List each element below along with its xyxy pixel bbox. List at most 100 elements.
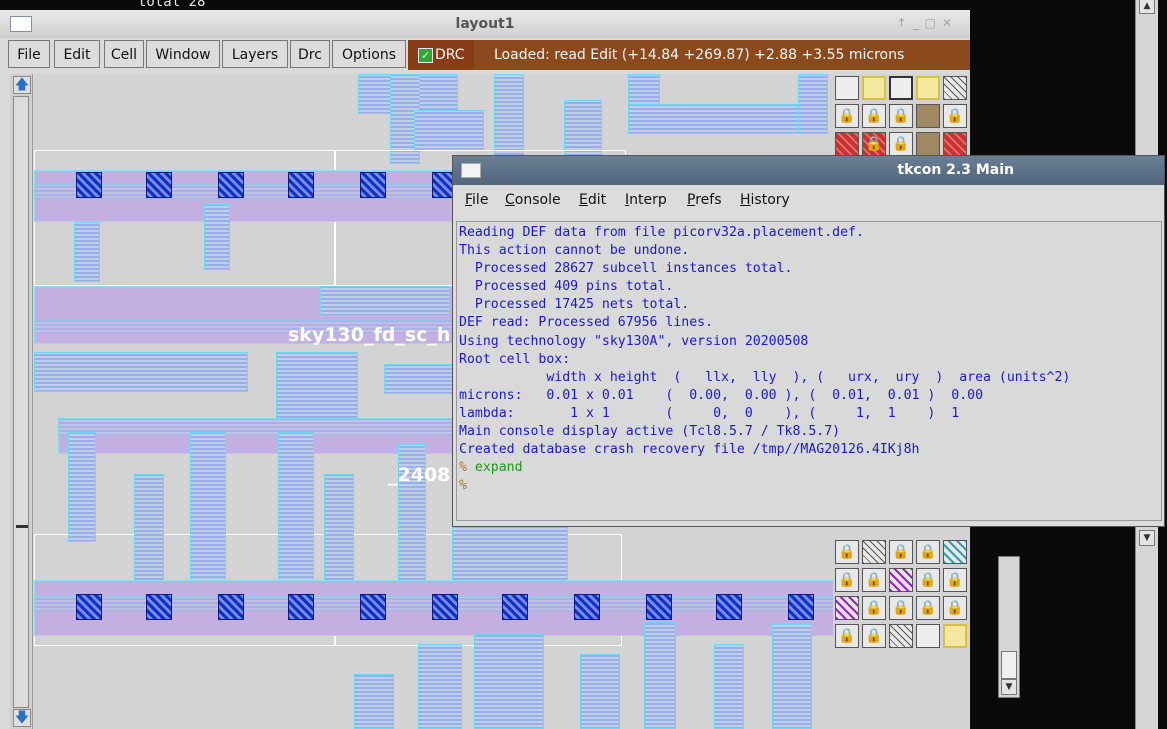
console-command-line: % expand — [459, 459, 1161, 477]
lock-icon[interactable]: 🔒 — [943, 596, 967, 620]
layer-swatch[interactable] — [889, 76, 913, 100]
via — [574, 594, 600, 620]
layer-swatch[interactable] — [916, 104, 940, 128]
lock-icon[interactable]: 🔒 — [862, 624, 886, 648]
menu-options[interactable]: Options — [332, 40, 406, 68]
terminal-scrollbar-lower[interactable]: ▼ — [998, 556, 1020, 698]
lock-icon[interactable]: 🔒 — [862, 132, 886, 156]
console-line: Root cell box: — [459, 351, 571, 367]
metal-shape — [798, 74, 828, 134]
drc-toggle[interactable]: ✓ DRC — [408, 40, 474, 70]
lock-icon[interactable]: 🔒 — [916, 596, 940, 620]
metal-shape — [190, 432, 226, 582]
lock-icon[interactable]: 🔒 — [889, 132, 913, 156]
window-controls-icon[interactable]: ↑_□✕ — [897, 16, 958, 30]
console-line: Reading DEF data from file picorv32a.pla… — [459, 225, 864, 240]
lock-icon[interactable]: 🔒 — [916, 540, 940, 564]
layout-vertical-scrollbar[interactable]: 🡅 🡇 — [10, 74, 33, 729]
tk-menu-prefs[interactable]: Prefs — [687, 192, 722, 208]
layer-swatch[interactable] — [916, 76, 940, 100]
layer-swatch[interactable] — [916, 132, 940, 156]
layer-swatch[interactable] — [835, 132, 859, 156]
metal-shape — [414, 110, 484, 150]
menu-window[interactable]: Window — [146, 40, 220, 68]
via — [76, 172, 102, 198]
metal-shape — [74, 222, 100, 282]
layer-swatch[interactable] — [835, 596, 859, 620]
tkcon-menubar: File Console Edit Interp Prefs History — [453, 185, 1164, 217]
scroll-up-arrow-icon[interactable]: ▲ — [1139, 0, 1155, 14]
lock-icon[interactable]: 🔒 — [943, 568, 967, 592]
menu-cell[interactable]: Cell — [104, 40, 144, 68]
tk-menu-file[interactable]: File — [465, 192, 488, 208]
menu-drc[interactable]: Drc — [290, 40, 330, 68]
layer-swatch[interactable] — [889, 624, 913, 648]
lock-icon[interactable]: 🔒 — [889, 540, 913, 564]
layer-swatch[interactable] — [943, 76, 967, 100]
metal-shape — [772, 624, 812, 729]
layer-swatch[interactable] — [943, 624, 967, 648]
status-message: Loaded: read Edit (+14.84 +269.87) +2.88… — [494, 47, 905, 63]
tkcon-titlebar[interactable]: tkcon 2.3 Main — [453, 156, 1164, 185]
layer-swatch[interactable] — [889, 568, 913, 592]
layout-titlebar[interactable]: layout1 ↑_□✕ — [0, 10, 970, 39]
menu-layers[interactable]: Layers — [222, 40, 288, 68]
lock-icon[interactable]: 🔒 — [862, 568, 886, 592]
lock-icon[interactable]: 🔒 — [835, 568, 859, 592]
via — [502, 594, 528, 620]
scroll-track[interactable] — [13, 96, 29, 708]
metal-shape — [714, 644, 744, 729]
layer-swatch[interactable] — [862, 540, 886, 564]
scroll-down-arrow-icon[interactable]: ▼ — [1139, 530, 1155, 546]
lock-icon[interactable]: 🔒 — [835, 540, 859, 564]
lock-icon[interactable]: 🔒 — [889, 596, 913, 620]
lock-icon[interactable]: 🔒 — [862, 596, 886, 620]
lock-icon[interactable]: 🔒 — [943, 104, 967, 128]
layer-swatch[interactable] — [943, 540, 967, 564]
lock-icon[interactable]: 🔒 — [835, 104, 859, 128]
scroll-down-arrow-icon[interactable]: 🡇 — [13, 709, 31, 727]
via — [788, 594, 814, 620]
tk-menu-interp[interactable]: Interp — [625, 192, 667, 208]
metal-shape — [320, 286, 450, 316]
scroll-position-marker — [16, 525, 28, 528]
lock-icon[interactable]: 🔒 — [862, 104, 886, 128]
metal-shape — [68, 432, 96, 542]
layer-swatch[interactable] — [835, 76, 859, 100]
tk-menu-console[interactable]: Console — [505, 192, 561, 208]
metal-shape — [494, 74, 524, 159]
metal-shape — [58, 418, 458, 436]
console-line: DEF read: Processed 67956 lines. — [459, 315, 714, 331]
console-input-line[interactable]: % — [459, 477, 1161, 495]
tk-menu-edit[interactable]: Edit — [579, 192, 606, 208]
scroll-down-arrow-icon[interactable]: ▼ — [1001, 679, 1017, 695]
console-output[interactable]: Reading DEF data from file picorv32a.pla… — [456, 221, 1162, 521]
metal-shape — [34, 352, 248, 392]
window-icon — [461, 163, 481, 178]
scroll-up-arrow-icon[interactable]: 🡅 — [13, 76, 31, 94]
metal-shape — [644, 622, 676, 729]
metal-shape — [418, 644, 462, 729]
layout-menubar: File Edit Cell Window Layers Drc Options… — [0, 38, 970, 72]
lock-icon[interactable]: 🔒 — [835, 624, 859, 648]
via — [76, 594, 102, 620]
menu-file[interactable]: File — [8, 40, 50, 68]
via — [146, 172, 172, 198]
tk-menu-history[interactable]: History — [740, 192, 790, 208]
checkbox-checked-icon[interactable]: ✓ — [418, 48, 433, 63]
console-line: lambda: 1 x 1 ( 0, 0 ), ( 1, 1 ) 1 — [459, 405, 960, 421]
console-line: Processed 17425 nets total. — [459, 297, 690, 313]
layer-swatch[interactable] — [862, 76, 886, 100]
via — [218, 172, 244, 198]
scroll-thumb[interactable] — [1001, 651, 1017, 679]
lock-icon[interactable]: 🔒 — [889, 104, 913, 128]
layer-swatch[interactable] — [943, 132, 967, 156]
via — [646, 594, 672, 620]
layer-swatch[interactable] — [916, 624, 940, 648]
via — [360, 594, 386, 620]
metal-shape — [580, 654, 620, 729]
lock-icon[interactable]: 🔒 — [916, 568, 940, 592]
menu-edit[interactable]: Edit — [54, 40, 100, 68]
via — [716, 594, 742, 620]
metal-shape — [354, 674, 394, 729]
